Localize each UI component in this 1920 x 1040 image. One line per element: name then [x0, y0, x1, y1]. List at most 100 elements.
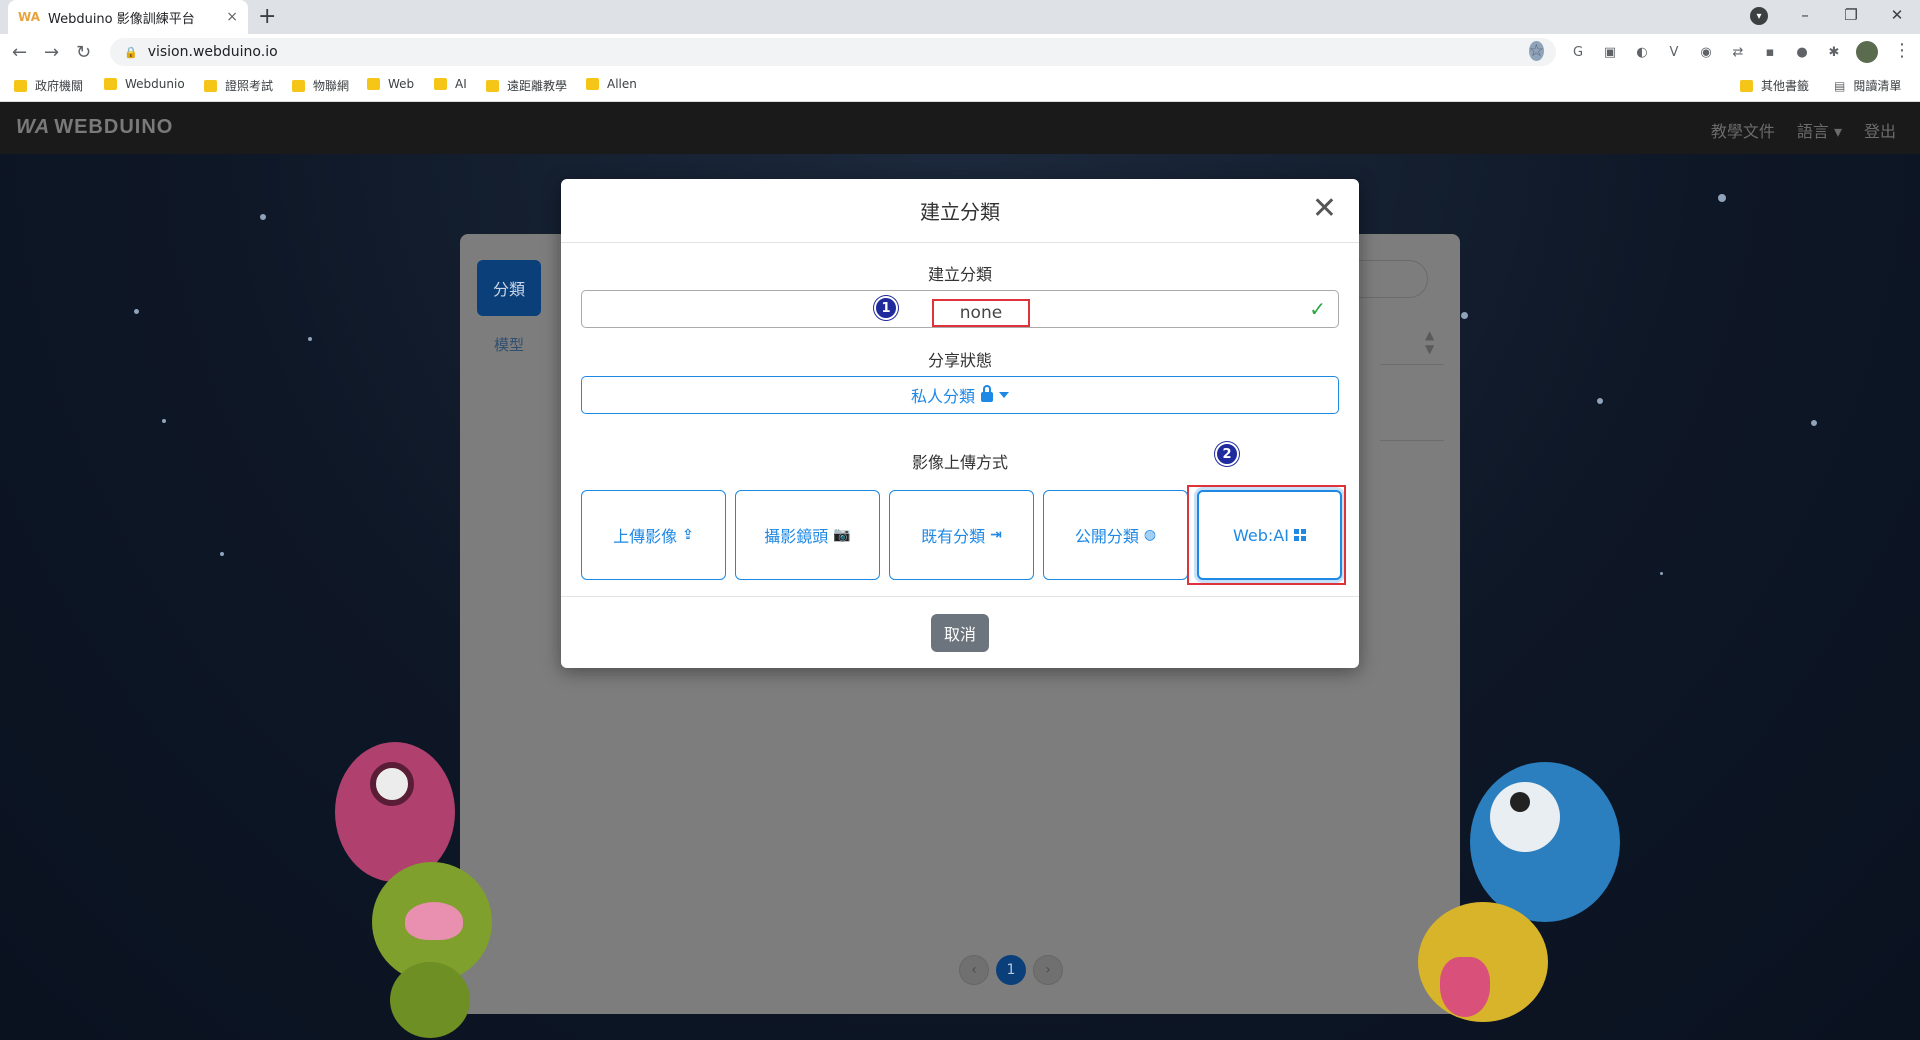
- extension-icon[interactable]: ◐: [1632, 42, 1652, 62]
- upload-method-label: 影像上傳方式: [911, 453, 1008, 472]
- divider: [1380, 364, 1444, 365]
- back-icon[interactable]: ←: [12, 42, 27, 63]
- valid-check-icon: ✓: [1309, 297, 1326, 321]
- folder-icon: [586, 78, 599, 90]
- sort-icon[interactable]: ▲ ▼: [1425, 328, 1434, 356]
- monster-mouth: [405, 902, 463, 940]
- share-status-dropdown[interactable]: 私人分類: [581, 376, 1339, 414]
- reading-list-button[interactable]: ▤ 閱讀清單: [1834, 77, 1901, 94]
- star-decoration: [1461, 312, 1468, 319]
- browser-tab-bar: WA Webduino 影像訓練平台 × + ▾ – ❐ ✕: [0, 0, 1920, 34]
- tab-search-icon[interactable]: ▾: [1750, 7, 1768, 25]
- page-viewport: WA WEBDUINO 教學文件 語言 ▾ 登出 分類 模型 ▲ ▼ ‹ 1 › 建…: [0, 102, 1920, 1040]
- close-icon[interactable]: ✕: [1312, 191, 1337, 227]
- camera-icon: 📷: [833, 527, 851, 543]
- modal-header: 建立分類 ✕: [561, 179, 1359, 243]
- bookmark-folder[interactable]: Webdunio: [104, 77, 185, 91]
- upload-icon: ⇪: [682, 527, 694, 543]
- star-decoration: [162, 419, 166, 423]
- minimize-button[interactable]: –: [1782, 0, 1828, 30]
- existing-category-button[interactable]: 既有分類 ⇥: [889, 490, 1034, 580]
- webduino-logo[interactable]: WA WEBDUINO: [16, 116, 173, 139]
- bookmark-folder[interactable]: Allen: [586, 77, 637, 91]
- divider: [1380, 440, 1444, 441]
- cancel-button[interactable]: 取消: [931, 613, 989, 652]
- annotation-highlight-webai: [1187, 485, 1346, 585]
- annotation-badge-2: 2: [1215, 442, 1239, 466]
- share-extension-icon[interactable]: ⇄: [1728, 42, 1748, 62]
- category-name-input[interactable]: none ✓: [581, 290, 1339, 328]
- window-close-button[interactable]: ✕: [1874, 0, 1920, 30]
- puzzle-icon[interactable]: ✱: [1824, 42, 1844, 62]
- profile-avatar[interactable]: [1856, 41, 1878, 63]
- monster-eye: [370, 762, 414, 806]
- bookmarks-bar: 政府機關 Webdunio 證照考試 物聯網 Web AI 遠距離教學 Alle…: [0, 70, 1920, 102]
- share-status-value: 私人分類: [910, 387, 975, 406]
- extension-icon[interactable]: ◉: [1696, 42, 1716, 62]
- globe-icon: ◍: [1143, 527, 1157, 543]
- star-decoration: [260, 214, 266, 220]
- folder-icon: [292, 79, 305, 92]
- site-nav: 教學文件 語言 ▾ 登出: [1711, 118, 1896, 142]
- caret-down-icon: [999, 392, 1009, 398]
- nav-docs-link[interactable]: 教學文件: [1711, 118, 1775, 142]
- pager-prev-button[interactable]: ‹: [959, 955, 989, 985]
- star-decoration: [1811, 420, 1817, 426]
- folder-icon: [104, 78, 117, 90]
- category-name-value: none: [932, 299, 1030, 327]
- upload-image-button[interactable]: 上傳影像 ⇪: [581, 490, 726, 580]
- nav-language-dropdown[interactable]: 語言 ▾: [1797, 118, 1842, 142]
- folder-icon: [14, 79, 27, 92]
- url-text: vision.webduino.io: [147, 44, 278, 60]
- translate-extension-icon[interactable]: G: [1568, 42, 1588, 62]
- vue-devtools-icon[interactable]: V: [1664, 42, 1684, 62]
- public-category-button[interactable]: 公開分類 ◍: [1043, 490, 1188, 580]
- bookmark-folder[interactable]: Web: [367, 77, 414, 91]
- pager-next-button[interactable]: ›: [1033, 955, 1063, 985]
- sidebar-item-category[interactable]: 分類: [477, 260, 541, 316]
- bookmark-folder[interactable]: AI: [434, 77, 467, 91]
- extension-icon[interactable]: ▣: [1600, 42, 1620, 62]
- browser-tab[interactable]: WA Webduino 影像訓練平台 ×: [8, 0, 248, 34]
- star-decoration: [134, 309, 139, 314]
- import-icon: ⇥: [990, 527, 1002, 543]
- star-decoration: [1718, 194, 1726, 202]
- lock-icon: [981, 385, 993, 402]
- category-name-label: 建立分類: [927, 265, 992, 284]
- new-tab-button[interactable]: +: [258, 4, 276, 29]
- camera-button[interactable]: 攝影鏡頭 📷: [735, 490, 880, 580]
- create-category-modal: 建立分類 ✕ 建立分類 none ✓ 1 分享狀態 私人分類 影像上傳方式 2 …: [561, 179, 1359, 668]
- browser-menu-icon[interactable]: ⋮: [1893, 40, 1911, 61]
- green-monster-body: [390, 962, 470, 1038]
- nav-logout-link[interactable]: 登出: [1864, 118, 1896, 142]
- other-bookmarks-folder[interactable]: 其他書籤: [1740, 77, 1809, 94]
- modal-footer: 取消: [561, 596, 1359, 668]
- site-header: WA WEBDUINO 教學文件 語言 ▾ 登出: [0, 102, 1920, 154]
- star-decoration: [1660, 572, 1663, 575]
- modal-title: 建立分類: [920, 200, 1000, 224]
- forward-icon[interactable]: →: [44, 42, 59, 63]
- bookmark-folder[interactable]: 證照考試: [204, 77, 273, 94]
- share-status-label: 分享狀態: [927, 351, 992, 370]
- sidebar-item-model[interactable]: 模型: [494, 334, 524, 355]
- reload-icon[interactable]: ↻: [76, 42, 91, 63]
- tab-close-icon[interactable]: ×: [226, 9, 238, 25]
- folder-icon: [204, 79, 217, 92]
- folder-icon: [367, 78, 380, 90]
- lock-icon: 🔒: [124, 45, 138, 59]
- cookie-extension-icon[interactable]: ●: [1792, 42, 1812, 62]
- pager-page-1[interactable]: 1: [996, 955, 1026, 985]
- restore-button[interactable]: ❐: [1828, 0, 1874, 30]
- extension-icon[interactable]: ▪: [1760, 42, 1780, 62]
- star-decoration: [1597, 398, 1603, 404]
- bookmark-folder[interactable]: 政府機關: [14, 77, 83, 94]
- folder-icon: [486, 79, 499, 92]
- address-bar[interactable]: 🔒 vision.webduino.io ☆: [110, 38, 1556, 66]
- bookmark-star-icon[interactable]: ☆: [1528, 41, 1544, 61]
- folder-icon: [1740, 79, 1753, 92]
- monster-tongue: [1440, 957, 1490, 1017]
- star-decoration: [308, 337, 312, 341]
- folder-icon: [434, 78, 447, 90]
- bookmark-folder[interactable]: 遠距離教學: [486, 77, 567, 94]
- bookmark-folder[interactable]: 物聯網: [292, 77, 349, 94]
